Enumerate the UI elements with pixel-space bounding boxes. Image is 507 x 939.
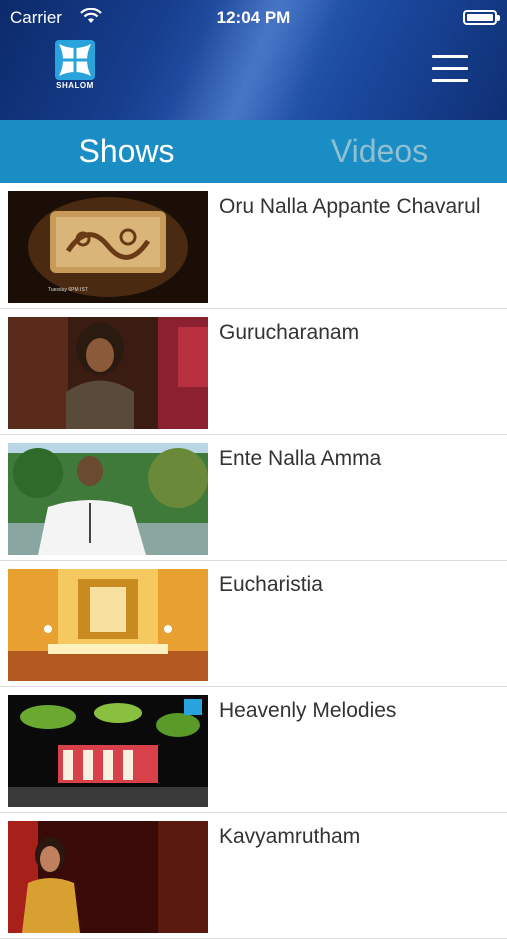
- show-title: Ente Nalla Amma: [219, 447, 382, 470]
- show-title: Gurucharanam: [219, 321, 360, 344]
- menu-button[interactable]: [430, 55, 470, 85]
- show-thumbnail: [8, 443, 208, 555]
- show-title: Heavenly Melodies: [219, 699, 397, 722]
- tab-videos[interactable]: Videos: [253, 120, 506, 183]
- hamburger-icon-line: [432, 79, 468, 82]
- show-thumbnail: [8, 317, 208, 429]
- list-item[interactable]: Kavyamrutham: [0, 813, 507, 939]
- show-title: Eucharistia: [219, 573, 323, 596]
- shalom-logo[interactable]: SHALOM: [52, 40, 98, 92]
- show-title: Oru Nalla Appante Chavarul: [219, 195, 481, 218]
- list-item[interactable]: Ente Nalla Amma: [0, 435, 507, 561]
- show-thumbnail: Tuesday 6PM IST: [8, 191, 208, 303]
- thumb-caption: Tuesday 6PM IST: [48, 287, 88, 293]
- status-bar: Carrier 12:04 PM: [0, 0, 507, 34]
- shalom-logo-icon: [55, 40, 95, 80]
- list-item[interactable]: Heavenly Melodies: [0, 687, 507, 813]
- status-time: 12:04 PM: [216, 8, 291, 27]
- tab-bar: Shows Videos: [0, 120, 507, 183]
- show-thumbnail: [8, 821, 208, 933]
- shows-list: Tuesday 6PM IST Oru Nalla Appante Chavar…: [0, 183, 507, 939]
- list-item[interactable]: Eucharistia: [0, 561, 507, 687]
- hamburger-icon-line: [432, 67, 468, 70]
- battery-icon: [463, 10, 500, 25]
- show-thumbnail: [8, 569, 208, 681]
- list-item[interactable]: Gurucharanam: [0, 309, 507, 435]
- show-thumbnail: [8, 695, 208, 807]
- logo-text: SHALOM: [56, 81, 94, 90]
- hamburger-icon-line: [432, 55, 468, 58]
- app-header: Carrier 12:04 PM SHALOM: [0, 0, 507, 120]
- show-title: Kavyamrutham: [219, 825, 361, 848]
- list-item[interactable]: Tuesday 6PM IST Oru Nalla Appante Chavar…: [0, 183, 507, 309]
- tab-shows[interactable]: Shows: [0, 120, 253, 183]
